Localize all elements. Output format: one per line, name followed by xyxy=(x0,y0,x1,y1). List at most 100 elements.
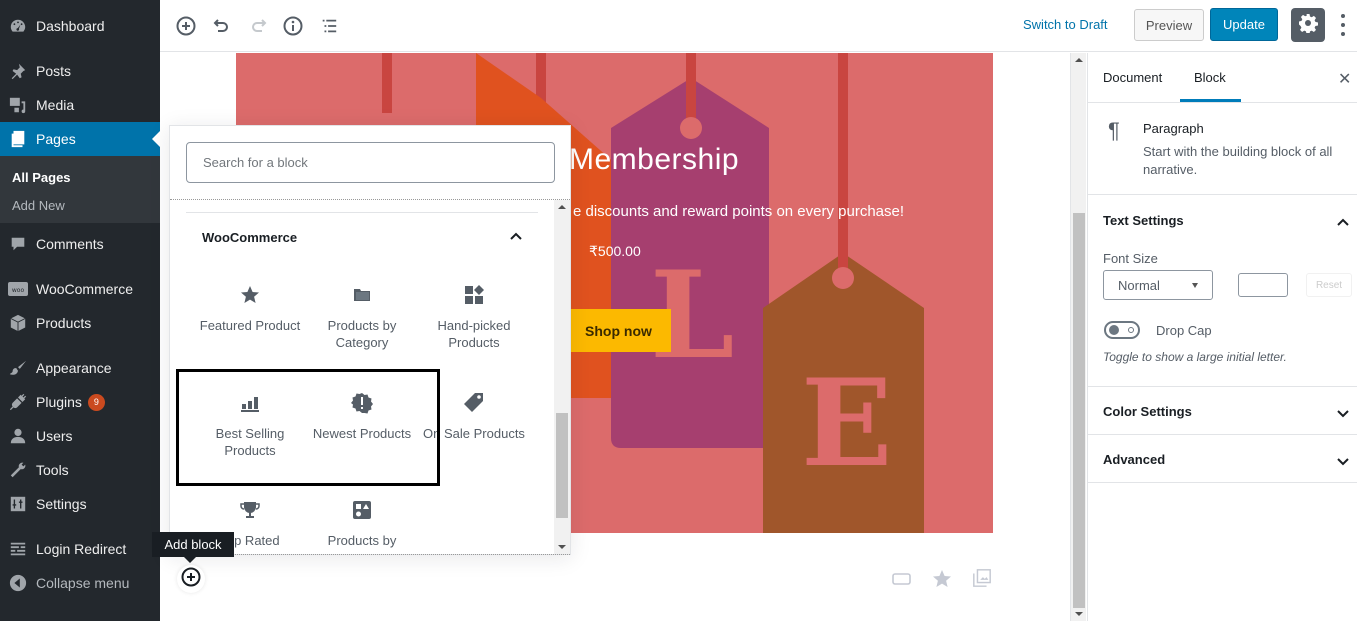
sidebar-label: Collapse menu xyxy=(36,575,130,591)
panel-title-woocommerce[interactable]: WooCommerce xyxy=(202,230,297,245)
chevron-up-icon[interactable] xyxy=(507,227,525,245)
sidebar-label: Pages xyxy=(36,131,76,147)
brush-icon xyxy=(8,358,28,378)
sidebar-item-appearance[interactable]: Appearance xyxy=(0,351,160,385)
color-settings-title[interactable]: Color Settings xyxy=(1103,404,1192,419)
collapse-menu-button[interactable]: Collapse menu xyxy=(0,566,160,600)
color-settings-panel[interactable]: Color Settings xyxy=(1088,387,1357,435)
block-products-by-category[interactable]: Products by Category xyxy=(307,283,417,351)
wrench-icon xyxy=(8,460,28,480)
sidebar-label: Settings xyxy=(36,496,87,512)
editor-toolbar: Switch to Draft Preview Update xyxy=(160,0,1357,52)
sidebar-item-users[interactable]: Users xyxy=(0,419,160,453)
sidebar-item-products[interactable]: Products xyxy=(0,306,160,340)
scrollbar-thumb[interactable] xyxy=(556,413,568,518)
advanced-title[interactable]: Advanced xyxy=(1103,452,1165,467)
active-tab-indicator xyxy=(1180,99,1241,102)
gallery-icon[interactable] xyxy=(972,568,992,588)
reset-font-size-button[interactable]: Reset xyxy=(1306,273,1352,297)
collapse-icon xyxy=(8,573,28,593)
editor-scrollbar[interactable] xyxy=(1070,53,1086,621)
sidebar-label: Media xyxy=(36,97,75,113)
submenu-all-pages[interactable]: All Pages xyxy=(12,170,71,185)
sidebar-label: Users xyxy=(36,428,73,444)
media-icon xyxy=(8,95,28,115)
admin-sidebar: Dashboard Posts Media Pages All Pages Ad… xyxy=(0,0,160,621)
dashboard-icon xyxy=(8,16,28,36)
block-hand-picked-products[interactable]: Hand-picked Products xyxy=(419,283,529,351)
sidebar-label: Plugins xyxy=(36,394,82,410)
inserter-scrollbar[interactable] xyxy=(554,200,570,554)
switch-to-draft-button[interactable]: Switch to Draft xyxy=(1023,17,1108,32)
block-search-input[interactable] xyxy=(186,142,555,183)
paragraph-icon: ¶ xyxy=(1108,118,1120,143)
custom-font-size-input[interactable] xyxy=(1238,273,1288,297)
block-name: Paragraph xyxy=(1143,121,1204,136)
advanced-panel[interactable]: Advanced xyxy=(1088,435,1357,483)
chevron-down-icon[interactable] xyxy=(1336,454,1350,468)
sidebar-item-posts[interactable]: Posts xyxy=(0,54,160,88)
undo-icon[interactable] xyxy=(210,14,234,38)
sidebar-label: Dashboard xyxy=(36,18,105,34)
sidebar-label: WooCommerce xyxy=(36,281,133,297)
sidebar-item-comments[interactable]: Comments xyxy=(0,227,160,261)
block-card: ¶ Paragraph Start with the building bloc… xyxy=(1088,104,1357,195)
drop-cap-label: Drop Cap xyxy=(1156,323,1212,338)
scroll-up-arrow[interactable] xyxy=(558,205,566,209)
more-options-button[interactable] xyxy=(1335,12,1351,38)
preview-button[interactable]: Preview xyxy=(1134,9,1204,41)
sidebar-label: Appearance xyxy=(36,360,112,376)
close-icon[interactable]: ✕ xyxy=(1338,69,1351,89)
tab-document[interactable]: Document xyxy=(1103,70,1162,85)
sidebar-tabs: Document Block ✕ xyxy=(1088,53,1357,103)
cover-title[interactable]: Membership xyxy=(569,143,739,177)
drop-cap-toggle[interactable] xyxy=(1104,321,1140,339)
text-settings-title[interactable]: Text Settings xyxy=(1103,213,1184,228)
scroll-down-arrow[interactable] xyxy=(1075,612,1083,616)
add-block-button[interactable] xyxy=(177,565,205,593)
tag-icon xyxy=(419,391,529,415)
star-icon xyxy=(195,283,305,307)
scroll-up-arrow[interactable] xyxy=(1075,58,1083,62)
shapes-icon xyxy=(307,498,417,522)
block-products-by-attribute[interactable]: Products by xyxy=(307,498,417,549)
update-button[interactable]: Update xyxy=(1210,8,1278,41)
block-featured-product[interactable]: Featured Product xyxy=(195,283,305,334)
block-on-sale-products[interactable]: On Sale Products xyxy=(419,391,529,442)
sidebar-item-dashboard[interactable]: Dashboard xyxy=(0,9,160,43)
outline-icon[interactable] xyxy=(317,14,341,38)
cover-text[interactable]: e discounts and reward points on every p… xyxy=(573,203,904,220)
cover-price[interactable]: ₹500.00 xyxy=(589,243,641,260)
block-description: Start with the building block of all nar… xyxy=(1143,144,1333,177)
tab-block[interactable]: Block xyxy=(1194,70,1226,85)
submenu-add-new[interactable]: Add New xyxy=(12,198,65,213)
chevron-down-icon[interactable] xyxy=(1336,406,1350,420)
sidebar-item-login-redirect[interactable]: Login Redirect xyxy=(0,532,160,566)
chevron-up-icon[interactable] xyxy=(1336,214,1350,228)
sidebar-item-plugins[interactable]: Plugins 9 xyxy=(0,385,160,419)
rectangle-icon[interactable] xyxy=(892,569,912,589)
sidebar-item-media[interactable]: Media xyxy=(0,88,160,122)
bar-chart-icon xyxy=(195,391,305,415)
settings-toggle-button[interactable] xyxy=(1291,8,1325,42)
plugin-icon xyxy=(8,392,28,412)
sidebar-item-settings[interactable]: Settings xyxy=(0,487,160,521)
scrollbar-thumb[interactable] xyxy=(1073,213,1085,608)
sidebar-item-pages[interactable]: Pages xyxy=(0,122,160,156)
font-size-value: Normal xyxy=(1118,277,1160,293)
svg-text:woo: woo xyxy=(12,287,25,294)
info-icon[interactable] xyxy=(281,14,305,38)
block-best-selling-products[interactable]: Best Selling Products xyxy=(195,391,305,459)
block-newest-products[interactable]: Newest Products xyxy=(307,391,417,442)
plugins-update-badge: 9 xyxy=(87,393,105,411)
list-icon xyxy=(8,539,28,559)
sidebar-item-woocommerce[interactable]: woo WooCommerce xyxy=(0,272,160,306)
star-icon[interactable] xyxy=(932,569,952,589)
sidebar-item-tools[interactable]: Tools xyxy=(0,453,160,487)
folder-icon xyxy=(307,283,417,307)
shop-now-button[interactable]: Shop now xyxy=(566,309,671,352)
redo-icon[interactable] xyxy=(246,14,270,38)
add-block-icon[interactable] xyxy=(174,14,198,38)
scroll-down-arrow[interactable] xyxy=(558,545,566,549)
font-size-select[interactable]: Normal xyxy=(1103,270,1213,300)
